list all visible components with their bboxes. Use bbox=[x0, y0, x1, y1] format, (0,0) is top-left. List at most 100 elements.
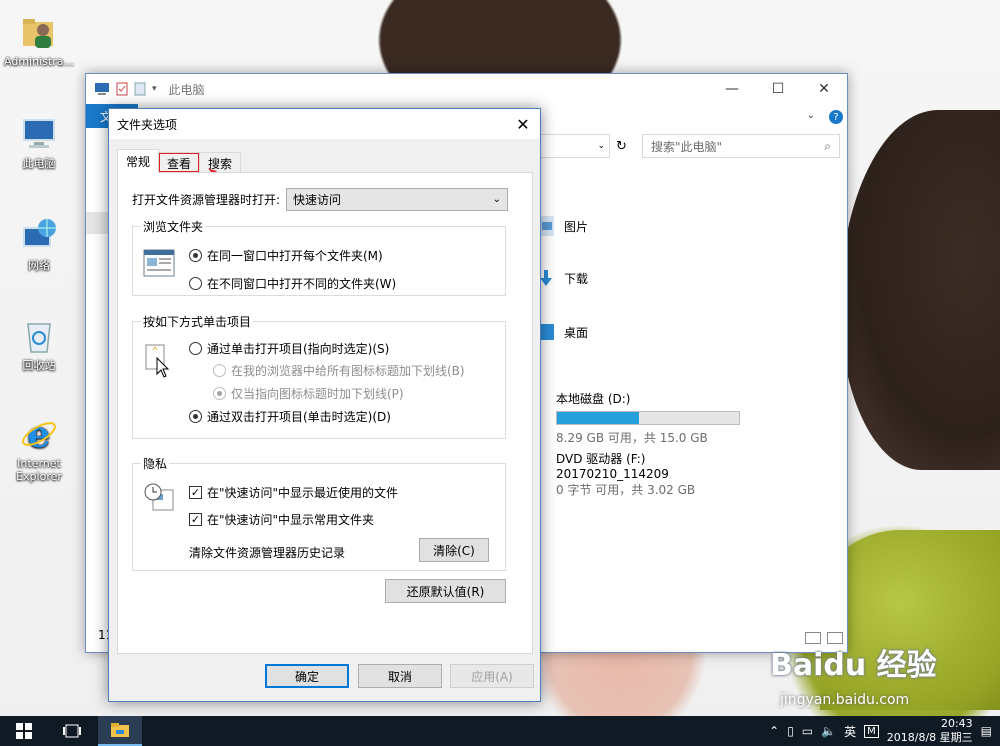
restore-defaults-button[interactable]: 还原默认值(R) bbox=[385, 579, 506, 603]
minimize-button[interactable]: — bbox=[709, 74, 755, 104]
radio-label: 仅当指向图标标题时加下划线(P) bbox=[231, 387, 404, 401]
privacy-group: 隐私 ✓ 在"快速访问"中显示最近使用的文件 ✓ 在"快速访问"中显示常用文件夹… bbox=[132, 455, 506, 571]
radio-label: 在我的浏览器中给所有图标标题加下划线(B) bbox=[231, 364, 465, 378]
search-box[interactable]: 搜索"此电脑" ⌕ bbox=[642, 134, 840, 158]
chevron-down-icon: ⌄ bbox=[492, 194, 502, 205]
radio-underline-browser: 在我的浏览器中给所有图标标题加下划线(B) bbox=[213, 362, 465, 379]
folder-downloads[interactable]: 下载 bbox=[540, 266, 588, 290]
radio-underline-point: 仅当指向图标标题时加下划线(P) bbox=[213, 385, 404, 402]
file-explorer-icon bbox=[111, 723, 129, 737]
drive-info: 0 字节 可用，共 3.02 GB bbox=[556, 483, 696, 497]
notifications-icon[interactable]: ▤ bbox=[981, 724, 992, 738]
ok-button[interactable]: 确定 bbox=[265, 664, 349, 688]
svg-text:e: e bbox=[28, 414, 51, 454]
usb-icon[interactable]: ▯ bbox=[787, 724, 794, 738]
folder-label: 下载 bbox=[564, 271, 589, 286]
dialog-title: 文件夹选项 bbox=[109, 109, 540, 139]
desktop-icon-recycle-bin[interactable]: 回收站 bbox=[0, 316, 78, 372]
checkbox-recent-files[interactable]: ✓ 在"快速访问"中显示最近使用的文件 bbox=[189, 484, 398, 501]
folder-options-dialog[interactable]: 文件夹选项 ✕ 常规 查看 搜索 打开文件资源管理器时打开: 快速访问 ⌄ 浏览… bbox=[108, 108, 541, 702]
help-icon[interactable]: ? bbox=[829, 110, 843, 124]
drive-local-d[interactable]: 本地磁盘 (D:) 8.29 GB 可用，共 15.0 GB bbox=[556, 390, 740, 446]
folder-label: 桌面 bbox=[564, 325, 589, 340]
radio-double-click[interactable]: 通过双击打开项目(单击时选定)(D) bbox=[189, 408, 391, 425]
wallpaper-hair bbox=[840, 110, 1000, 470]
folder-label: 图片 bbox=[564, 219, 589, 234]
general-tab-panel: 打开文件资源管理器时打开: 快速访问 ⌄ 浏览文件夹 在同一窗口中打开每个文件夹… bbox=[117, 172, 533, 654]
drive-name: 本地磁盘 (D:) bbox=[556, 392, 631, 406]
checkbox-frequent-folders[interactable]: ✓ 在"快速访问"中显示常用文件夹 bbox=[189, 511, 374, 528]
drive-info: 8.29 GB 可用，共 15.0 GB bbox=[556, 431, 708, 445]
folder-pictures[interactable]: 图片 bbox=[540, 214, 588, 238]
nav-pane-selected-item[interactable] bbox=[86, 212, 110, 234]
network-icon bbox=[23, 219, 56, 247]
baidu-watermark-url: jingyan.baidu.com bbox=[780, 692, 910, 708]
search-placeholder: 搜索"此电脑" bbox=[651, 139, 723, 154]
desktop-folder-icon bbox=[540, 324, 554, 340]
maximize-button[interactable]: ☐ bbox=[755, 74, 801, 104]
desktop-icon-label: Administra... bbox=[4, 55, 74, 68]
baidu-watermark: Baidu 经验 bbox=[770, 648, 937, 683]
cancel-button[interactable]: 取消 bbox=[358, 664, 442, 688]
radio-dot[interactable] bbox=[189, 342, 202, 355]
search-icon: ⌕ bbox=[824, 138, 831, 153]
taskbar: ⌃ ▯ ▭ 🔈 英 M 20:43 2018/8/8 星期三 ▤ bbox=[0, 716, 1000, 746]
pictures-folder-icon bbox=[540, 216, 554, 236]
new-folder-icon[interactable] bbox=[134, 82, 146, 96]
radio-same-window[interactable]: 在同一窗口中打开每个文件夹(M) bbox=[189, 247, 383, 264]
address-dropdown-icon[interactable]: ⌄ bbox=[597, 141, 605, 151]
radio-dot bbox=[213, 387, 226, 400]
desktop-icon-this-pc[interactable]: 此电脑 bbox=[0, 114, 78, 170]
radio-dot[interactable] bbox=[189, 410, 202, 423]
dialog-close-button[interactable]: ✕ bbox=[506, 109, 540, 139]
quick-access-dropdown-icon[interactable]: ▾ bbox=[152, 84, 157, 94]
apply-button: 应用(A) bbox=[450, 664, 534, 688]
system-tray: ⌃ ▯ ▭ 🔈 英 M 20:43 2018/8/8 星期三 ▤ bbox=[769, 716, 992, 746]
radio-new-window[interactable]: 在不同窗口中打开不同的文件夹(W) bbox=[189, 275, 396, 292]
properties-icon[interactable] bbox=[116, 82, 128, 96]
radio-dot[interactable] bbox=[189, 249, 202, 262]
up-arrow-icon[interactable]: ⌃ bbox=[769, 724, 779, 738]
group-legend: 浏览文件夹 bbox=[143, 220, 204, 234]
desktop-icon-internet-explorer[interactable]: e Internet Explorer bbox=[0, 414, 78, 483]
click-items-group: 按如下方式单击项目 通过单击打开项目(指向时选定)(S) 在我的浏览器中给所有图… bbox=[132, 313, 506, 439]
radio-single-click[interactable]: 通过单击打开项目(指向时选定)(S) bbox=[189, 340, 389, 357]
taskbar-file-explorer[interactable] bbox=[98, 716, 142, 746]
browse-folders-group: 浏览文件夹 在同一窗口中打开每个文件夹(M) 在不同窗口中打开不同的文件夹(W) bbox=[132, 218, 506, 296]
open-explorer-select[interactable]: 快速访问 ⌄ bbox=[286, 188, 509, 211]
refresh-icon[interactable]: ↻ bbox=[616, 139, 627, 154]
folder-desktop[interactable]: 桌面 bbox=[540, 320, 588, 344]
radio-label: 通过单击打开项目(指向时选定)(S) bbox=[207, 342, 390, 356]
address-bar-tail[interactable]: ⌄ bbox=[538, 134, 610, 158]
windows-logo-icon bbox=[16, 723, 32, 739]
checkbox-box[interactable]: ✓ bbox=[189, 486, 202, 499]
start-button[interactable] bbox=[0, 716, 48, 746]
tab-view[interactable]: 查看 bbox=[158, 152, 201, 173]
ime-indicator[interactable]: 英 bbox=[844, 723, 856, 740]
computer-icon bbox=[95, 83, 109, 95]
task-view-button[interactable] bbox=[50, 716, 94, 746]
ribbon-expand-icon[interactable]: ⌄ bbox=[807, 110, 815, 121]
clock-date: 2018/8/8 星期三 bbox=[886, 731, 973, 744]
desktop-icon-administrator[interactable]: Administra... bbox=[0, 12, 78, 68]
close-button[interactable]: ✕ bbox=[801, 74, 847, 104]
desktop-icon-network[interactable]: 网络 bbox=[0, 216, 78, 272]
volume-icon[interactable]: 🔈 bbox=[821, 724, 836, 738]
clear-history-button[interactable]: 清除(C) bbox=[419, 538, 489, 562]
checkbox-box[interactable]: ✓ bbox=[189, 513, 202, 526]
radio-label: 在同一窗口中打开每个文件夹(M) bbox=[207, 249, 383, 263]
checkbox-label: 在"快速访问"中显示常用文件夹 bbox=[207, 513, 375, 527]
radio-label: 在不同窗口中打开不同的文件夹(W) bbox=[207, 277, 397, 291]
tab-general[interactable]: 常规 bbox=[117, 149, 160, 173]
drive-dvd-f[interactable]: DVD 驱动器 (F:) 20170210_114209 0 字节 可用，共 3… bbox=[556, 450, 695, 498]
open-explorer-row: 打开文件资源管理器时打开: 快速访问 ⌄ bbox=[132, 188, 509, 211]
clear-history-label: 清除文件资源管理器历史记录 bbox=[189, 546, 346, 560]
clock[interactable]: 20:43 2018/8/8 星期三 bbox=[887, 717, 973, 745]
ime-mode-icon[interactable]: M bbox=[864, 724, 879, 738]
drive-volume-label: 20170210_114209 bbox=[556, 467, 669, 481]
network-tray-icon[interactable]: ▭ bbox=[802, 724, 813, 738]
downloads-folder-icon bbox=[540, 270, 552, 286]
checkbox-label: 在"快速访问"中显示最近使用的文件 bbox=[207, 486, 399, 500]
radio-dot bbox=[213, 364, 226, 377]
radio-dot[interactable] bbox=[189, 277, 202, 290]
